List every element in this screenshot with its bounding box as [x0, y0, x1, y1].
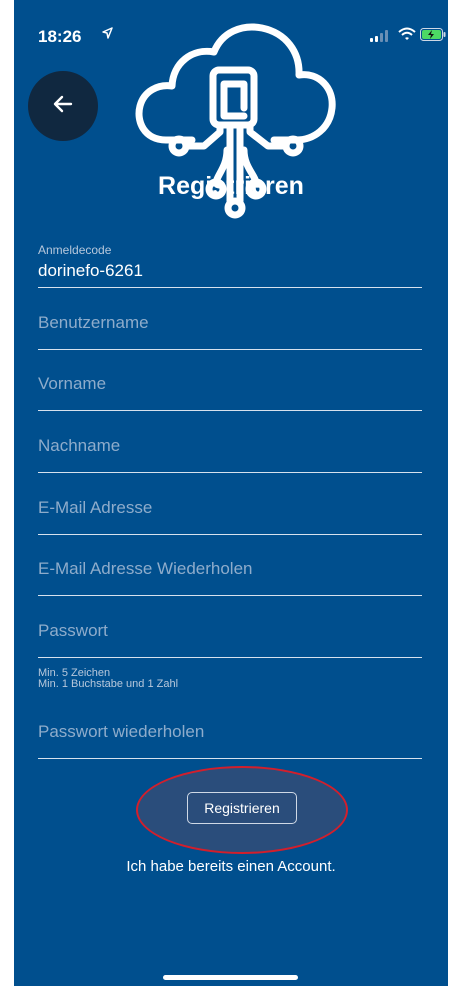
- status-time: 18:26: [38, 27, 82, 46]
- firstname-underline: [38, 410, 422, 411]
- wifi-icon: [398, 27, 416, 46]
- page-title: Registrieren: [158, 172, 304, 200]
- registration-screen: 18:26 Registrieren Anmeldecode dorinefo-…: [14, 0, 448, 986]
- battery-charging-icon: [420, 28, 446, 46]
- password-hint-letter-number: Min. 1 Buchstabe und 1 Zahl: [38, 678, 179, 690]
- back-button[interactable]: [28, 71, 98, 141]
- username-input[interactable]: Benutzername: [38, 313, 149, 333]
- arrow-left-icon: [53, 95, 73, 118]
- username-underline: [38, 349, 422, 350]
- login-code-label: Anmeldecode: [38, 243, 112, 257]
- email-repeat-underline: [38, 595, 422, 596]
- existing-account-link[interactable]: Ich habe bereits einen Account.: [14, 858, 448, 875]
- lastname-underline: [38, 472, 422, 473]
- cellular-signal-icon: [370, 29, 390, 47]
- email-input[interactable]: E-Mail Adresse: [38, 498, 152, 518]
- password-hint: Min. 5 Zeichen Min. 1 Buchstabe und 1 Za…: [38, 668, 178, 690]
- password-repeat-underline: [38, 758, 422, 759]
- location-arrow-icon: [102, 26, 113, 44]
- lastname-input[interactable]: Nachname: [38, 436, 120, 456]
- register-button[interactable]: Registrieren: [187, 792, 297, 824]
- password-repeat-input[interactable]: Passwort wiederholen: [38, 722, 204, 742]
- email-underline: [38, 534, 422, 535]
- firstname-input[interactable]: Vorname: [38, 374, 106, 394]
- password-input[interactable]: Passwort: [38, 621, 108, 641]
- home-indicator: [163, 975, 298, 980]
- email-repeat-input[interactable]: E-Mail Adresse Wiederholen: [38, 559, 252, 579]
- password-underline: [38, 657, 422, 658]
- login-code-underline: [38, 287, 422, 288]
- login-code-value[interactable]: dorinefo-6261: [38, 261, 143, 281]
